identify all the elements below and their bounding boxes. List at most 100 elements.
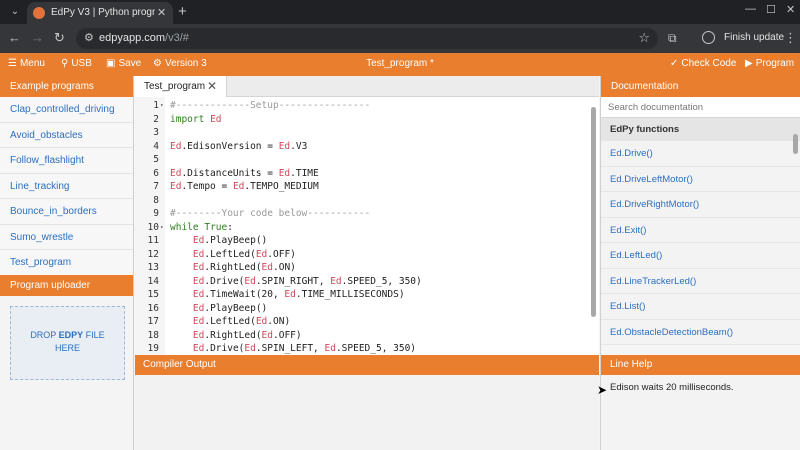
- code-editor[interactable]: 1 ▾ #-------------Setup---------------- 2 im…: [135, 97, 599, 355]
- code-text: Ed.LeftLed(Ed.ON): [192, 316, 291, 327]
- line-number: 8: [153, 194, 159, 206]
- documentation-header: Documentation: [601, 76, 800, 97]
- example-program-item[interactable]: Sumo_wrestle: [0, 224, 133, 250]
- code-line[interactable]: 15 Ed.TimeWait(20, Ed.TIME_MILLISECONDS): [135, 288, 599, 302]
- documentation-item[interactable]: Ed.LeftLed(): [601, 243, 800, 269]
- example-program-item[interactable]: Test_program: [0, 250, 133, 276]
- line-number: 15: [147, 289, 159, 300]
- forward-icon[interactable]: →: [31, 30, 44, 45]
- editor-scroll-thumb[interactable]: [591, 107, 596, 317]
- code-line[interactable]: 9 #--------Your code below-----------: [135, 207, 599, 221]
- line-number: 12: [147, 248, 159, 260]
- program-uploader-header: Program uploader: [0, 275, 133, 296]
- example-programs-list: Clap_controlled_driving Avoid_obstacles Fo…: [0, 97, 133, 276]
- code-line[interactable]: 4 Ed.EdisonVersion = Ed.V3: [135, 140, 599, 154]
- code-text: Ed.RightLed(Ed.ON): [192, 262, 296, 273]
- code-text: Ed.Tempo = Ed.TEMPO_MEDIUM: [170, 181, 319, 192]
- code-text: #--------Your code below-----------: [170, 208, 371, 219]
- back-icon[interactable]: ←: [8, 30, 21, 45]
- new-tab-icon[interactable]: +: [178, 3, 187, 20]
- documentation-item[interactable]: Ed.DriveRightMotor(): [601, 192, 800, 218]
- code-text: Ed.TimeWait(20, Ed.TIME_MILLISECONDS): [192, 289, 405, 300]
- bookmark-star-icon[interactable]: ☆: [638, 30, 650, 46]
- editor-scrollbar[interactable]: [590, 99, 597, 353]
- browser-menu-icon[interactable]: ⋮: [784, 30, 797, 46]
- compiler-output-header: Compiler Output: [135, 355, 599, 375]
- example-program-item[interactable]: Clap_controlled_driving: [0, 97, 133, 123]
- search-documentation-input[interactable]: Search documentation: [601, 97, 800, 118]
- fold-toggle-icon[interactable]: ▾: [160, 221, 164, 235]
- line-number: 7: [153, 181, 159, 192]
- code-line[interactable]: 10 ▾ while True:: [135, 221, 599, 235]
- editor-area: Test_program ✕ 1 ▾ #-------------Setup----…: [135, 76, 599, 450]
- code-line[interactable]: 8: [135, 194, 599, 208]
- code-line[interactable]: 13 Ed.RightLed(Ed.ON): [135, 261, 599, 275]
- editor-file-tab[interactable]: Test_program ✕: [135, 76, 227, 97]
- code-line[interactable]: 17 Ed.LeftLed(Ed.ON): [135, 315, 599, 329]
- line-help-text: Edison waits 20 milliseconds.: [610, 382, 734, 393]
- code-line[interactable]: 18 Ed.RightLed(Ed.OFF): [135, 329, 599, 343]
- close-tab-icon[interactable]: ✕: [157, 6, 166, 19]
- browser-tab[interactable]: EdPy V3 | Python programming ✕: [27, 2, 173, 24]
- finish-update-button[interactable]: Finish update: [724, 32, 784, 43]
- browser-tab-title: EdPy V3 | Python programming: [51, 7, 155, 18]
- check-icon: ✓: [670, 58, 679, 69]
- editor-tab-strip: Test_program ✕: [135, 76, 599, 97]
- documentation-scrollbar[interactable]: [792, 128, 799, 340]
- line-number: 13: [147, 262, 159, 273]
- reload-icon[interactable]: ↻: [54, 30, 65, 46]
- line-number: 10: [147, 221, 159, 233]
- program-button[interactable]: ▶ Program: [745, 58, 794, 69]
- edpy-functions-section[interactable]: EdPy functions: [601, 118, 800, 141]
- line-number: 6: [153, 167, 159, 179]
- play-icon: ▶: [745, 58, 753, 69]
- code-line[interactable]: 14 Ed.Drive(Ed.SPIN_RIGHT, Ed.SPEED_5, 3…: [135, 275, 599, 289]
- code-text: import Ed: [170, 113, 222, 125]
- code-text: Ed.Drive(Ed.SPIN_LEFT, Ed.SPEED_5, 350): [192, 343, 417, 354]
- mouse-pointer-icon: ➤: [597, 383, 608, 397]
- code-line[interactable]: 1 ▾ #-------------Setup----------------: [135, 99, 599, 113]
- minimize-icon[interactable]: —: [745, 3, 756, 15]
- code-text: Ed.DistanceUnits = Ed.TIME: [170, 167, 319, 179]
- code-line[interactable]: 7 Ed.Tempo = Ed.TEMPO_MEDIUM: [135, 180, 599, 194]
- code-line[interactable]: 3: [135, 126, 599, 140]
- line-number: 9: [153, 208, 159, 219]
- example-program-item[interactable]: Bounce_in_borders: [0, 199, 133, 225]
- documentation-scroll-thumb[interactable]: [793, 134, 798, 154]
- documentation-item[interactable]: Ed.Drive(): [601, 141, 800, 167]
- file-tab-label: Test_program: [144, 81, 206, 92]
- documentation-panel: Documentation Search documentation EdPy …: [600, 76, 800, 450]
- documentation-item[interactable]: Ed.ObstacleDetectionBeam(): [601, 319, 800, 345]
- code-line[interactable]: 11 Ed.PlayBeep(): [135, 234, 599, 248]
- documentation-item[interactable]: Ed.LineTrackerLed(): [601, 268, 800, 294]
- tab-search-icon[interactable]: ⌄: [7, 4, 23, 20]
- fold-toggle-icon[interactable]: ▾: [160, 99, 164, 113]
- code-line[interactable]: 2 import Ed: [135, 113, 599, 127]
- site-info-icon[interactable]: ⚙: [84, 31, 94, 44]
- code-text: #-------------Setup----------------: [170, 100, 371, 111]
- address-bar[interactable]: ⚙ edpyapp.com/v3/# ☆: [76, 28, 658, 49]
- extensions-icon[interactable]: ⧉: [668, 31, 677, 46]
- code-line[interactable]: 12 Ed.LeftLed(Ed.OFF): [135, 248, 599, 262]
- example-program-item[interactable]: Avoid_obstacles: [0, 122, 133, 148]
- example-program-item[interactable]: Follow_flashlight: [0, 148, 133, 174]
- line-number: 4: [153, 140, 159, 152]
- code-line[interactable]: 19 Ed.Drive(Ed.SPIN_LEFT, Ed.SPEED_5, 35…: [135, 342, 599, 355]
- code-text: Ed.LeftLed(Ed.OFF): [192, 248, 296, 260]
- line-number: 2: [153, 113, 159, 125]
- code-text: Ed.PlayBeep(): [192, 235, 268, 246]
- documentation-item[interactable]: Ed.List(): [601, 294, 800, 320]
- file-drop-zone[interactable]: DROP EDPY FILE HERE: [10, 306, 125, 380]
- documentation-item[interactable]: Ed.Exit(): [601, 217, 800, 243]
- code-line[interactable]: 6 Ed.DistanceUnits = Ed.TIME: [135, 167, 599, 181]
- profile-avatar-icon[interactable]: [702, 31, 715, 44]
- documentation-item[interactable]: Ed.DriveLeftMotor(): [601, 166, 800, 192]
- maximize-icon[interactable]: ☐: [766, 3, 776, 16]
- window-close-icon[interactable]: ✕: [786, 3, 795, 16]
- example-program-item[interactable]: Line_tracking: [0, 173, 133, 199]
- example-programs-header: Example programs: [0, 76, 133, 97]
- close-file-tab-icon[interactable]: ✕: [207, 79, 217, 93]
- code-line[interactable]: 16 Ed.PlayBeep(): [135, 302, 599, 316]
- code-line[interactable]: 5: [135, 153, 599, 167]
- check-code-button[interactable]: ✓ Check Code: [670, 58, 736, 69]
